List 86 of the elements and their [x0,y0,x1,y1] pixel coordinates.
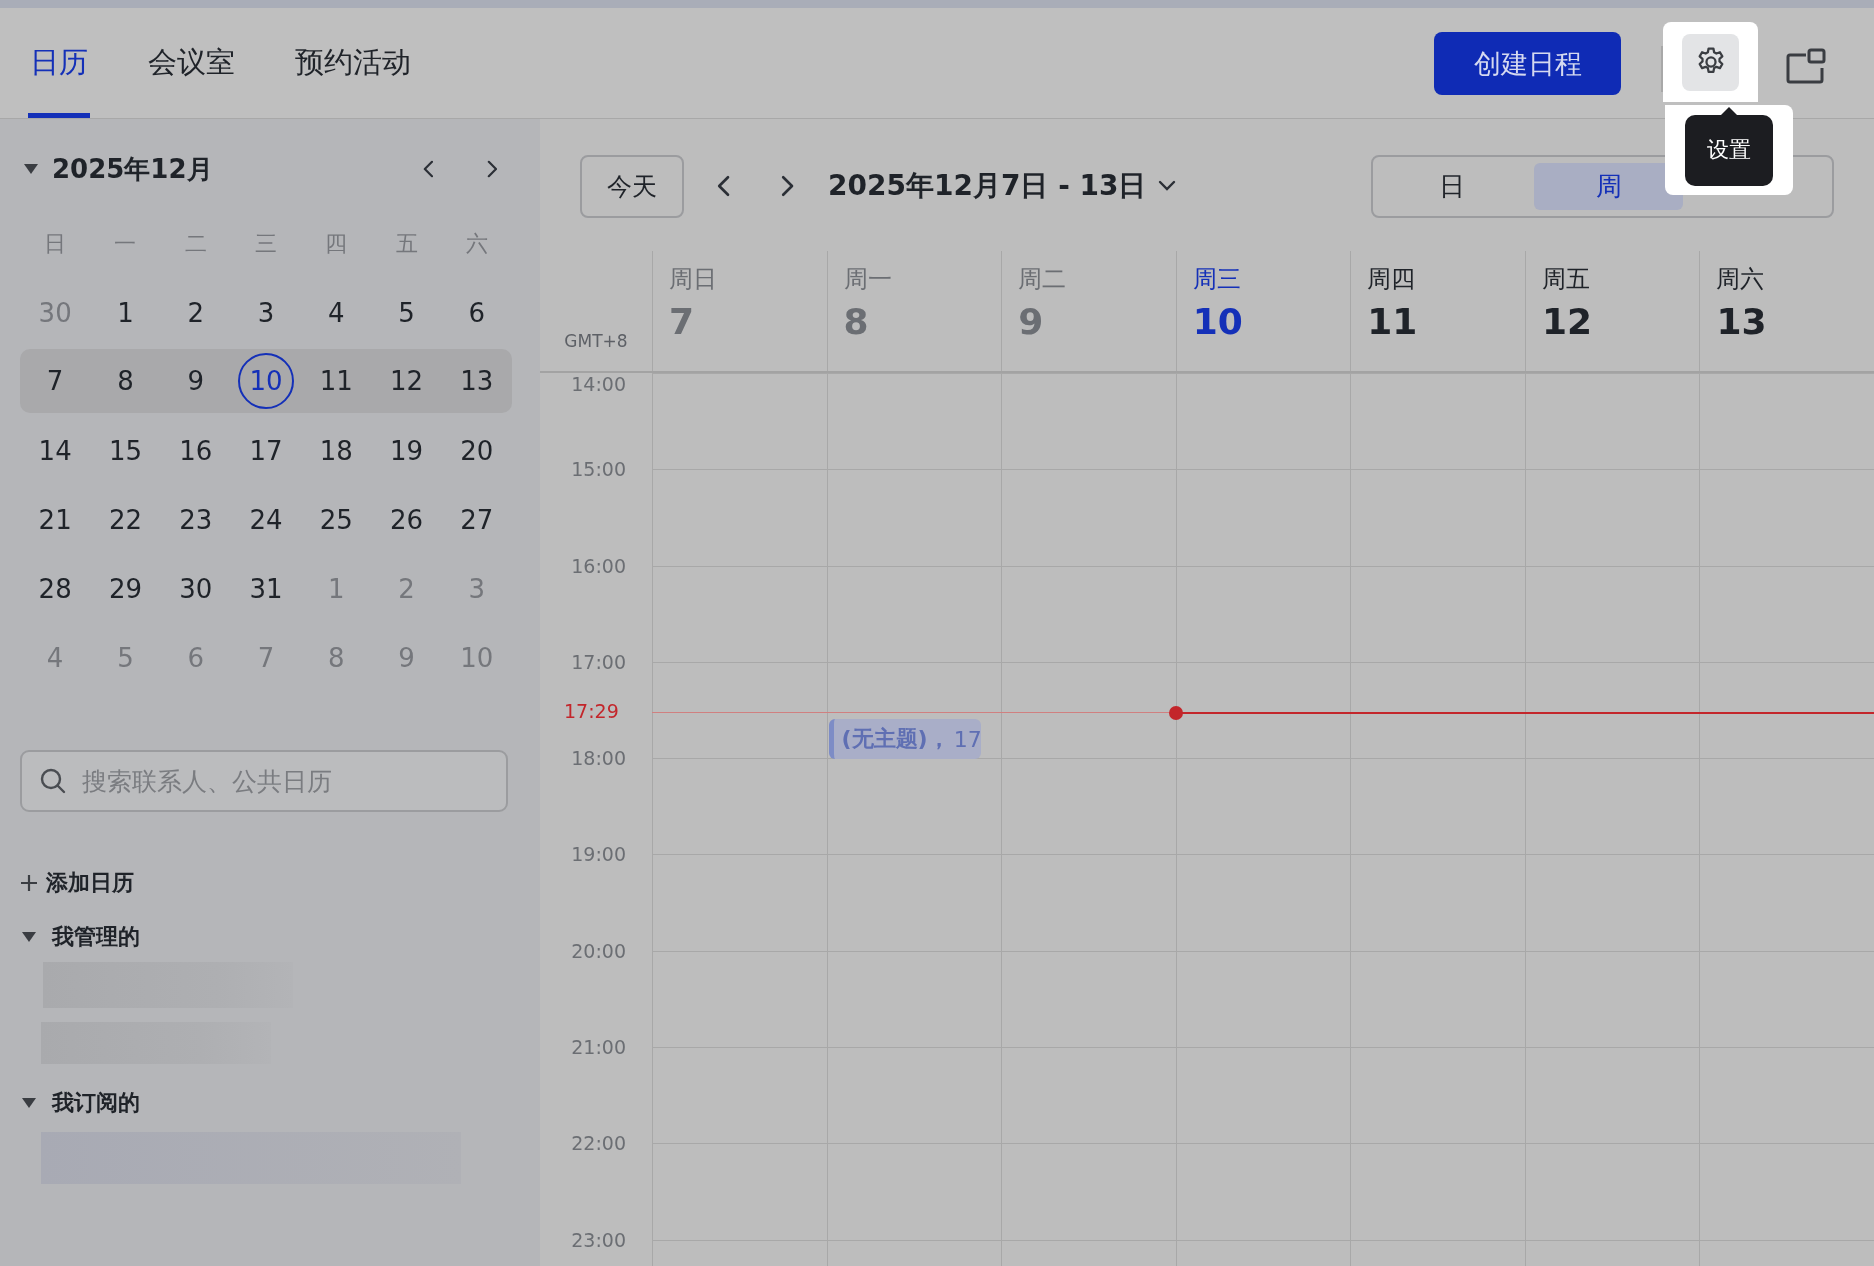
calendar-day[interactable]: 1 [97,284,154,341]
calendar-day[interactable]: 16 [167,422,224,479]
calendar-day[interactable]: 6 [448,284,505,341]
weekday-label: 周一 [843,264,893,295]
weekday-label: 周二 [1018,264,1068,295]
hour-label: 16:00 [571,554,626,577]
view-tab[interactable]: 日 [1377,162,1526,210]
calendar-day[interactable]: 12 [378,353,435,409]
caret-icon [24,164,38,174]
hour-label: 20:00 [571,939,626,962]
calendar-day[interactable]: 4 [308,284,365,341]
hour-label: 18:00 [571,747,626,770]
hour-label: 22:00 [571,1132,626,1155]
date-range-dropdown[interactable]: 2025年12月7日 - 13日 [828,167,1177,205]
weekday-label: 周日 [669,264,718,295]
day-number: 13 [1716,301,1768,342]
chevron-right-icon [486,160,498,178]
weekday-label: 一 [113,229,138,258]
nav-tab[interactable]: 会议室 [146,8,237,118]
calendar-day[interactable]: 7 [27,353,84,409]
weekday-label: 日 [43,229,68,258]
calendar-day[interactable]: 13 [448,353,505,409]
calendar-day[interactable]: 29 [97,560,154,617]
calendar-day[interactable]: 9 [167,353,224,409]
plus-icon [20,874,38,892]
add-calendar-button[interactable]: 添加日历 [20,868,134,898]
hour-label: 19:00 [571,843,626,866]
weekday-label: 四 [324,229,349,258]
calendar-day[interactable]: 2 [167,284,224,341]
view-tab[interactable]: 周 [1534,162,1683,210]
weekday-label: 五 [394,229,419,258]
weekday-label: 周六 [1716,264,1766,295]
weekday-label: 六 [464,229,489,258]
calendar-day[interactable]: 30 [167,560,224,617]
weekday-label: 周五 [1541,264,1591,295]
day-number: 12 [1541,301,1593,342]
create-event-button[interactable]: 创建日程 [1434,32,1621,95]
day-number: 8 [843,301,870,342]
day-number: 10 [1192,301,1244,342]
timezone-label: GMT+8 [564,331,628,351]
calendar-day[interactable]: 5 [378,284,435,341]
window-icon[interactable] [1786,48,1826,84]
month-title: 2025年12月 [52,152,213,186]
weekday-label: 三 [254,229,278,258]
calendar-day[interactable]: 24 [238,491,294,548]
calendar-day[interactable]: 27 [448,491,505,548]
hour-label: 17:00 [571,650,626,673]
calendar-day[interactable]: 19 [378,422,435,479]
search-icon [40,768,66,794]
weekday-label: 周四 [1367,264,1417,295]
calendar-day[interactable]: 26 [378,491,435,548]
calendar-day[interactable]: 17 [238,422,294,479]
chevron-right-icon [781,175,795,197]
calendar-day[interactable]: 22 [97,491,154,548]
hour-label: 21:00 [571,1036,626,1059]
calendar-day[interactable]: 11 [308,353,365,409]
tooltip-pointer [1720,106,1738,116]
calendar-day[interactable]: 25 [308,491,365,548]
calendar-group-header[interactable]: 我管理的 [20,922,140,952]
calendar-day[interactable]: 28 [27,560,84,617]
calendar-day[interactable]: 23 [167,491,224,548]
hour-label: 23:00 [571,1228,626,1251]
calendar-group-header[interactable]: 我订阅的 [20,1088,140,1118]
calendar-day[interactable]: 21 [27,491,84,548]
calendar-day[interactable]: 3 [238,284,294,341]
settings-button[interactable] [1682,33,1739,91]
hour-label: 14:00 [571,373,626,395]
chevron-down-icon [1158,180,1177,192]
chevron-left-icon [717,175,731,197]
weekday-label: 二 [183,229,208,258]
day-number: 9 [1018,301,1045,342]
calendar-day[interactable]: 10 [238,353,294,409]
today-button[interactable]: 今天 [580,154,684,218]
calendar-day[interactable]: 14 [27,422,84,479]
calendar-day[interactable]: 8 [97,353,154,409]
calendar-day[interactable]: 15 [97,422,154,479]
weekday-label: 周三 [1192,264,1242,295]
calendar-day[interactable]: 18 [308,422,365,479]
calendar-day[interactable]: 31 [238,560,294,617]
search-field[interactable]: 搜索联系人、公共日历 [20,750,508,812]
day-number: 11 [1367,301,1419,342]
hour-label: 15:00 [571,458,626,481]
nav-tab[interactable]: 预约活动 [293,8,413,118]
chevron-left-icon [422,160,434,178]
calendar-day[interactable]: 20 [448,422,505,479]
day-number: 7 [669,301,696,342]
